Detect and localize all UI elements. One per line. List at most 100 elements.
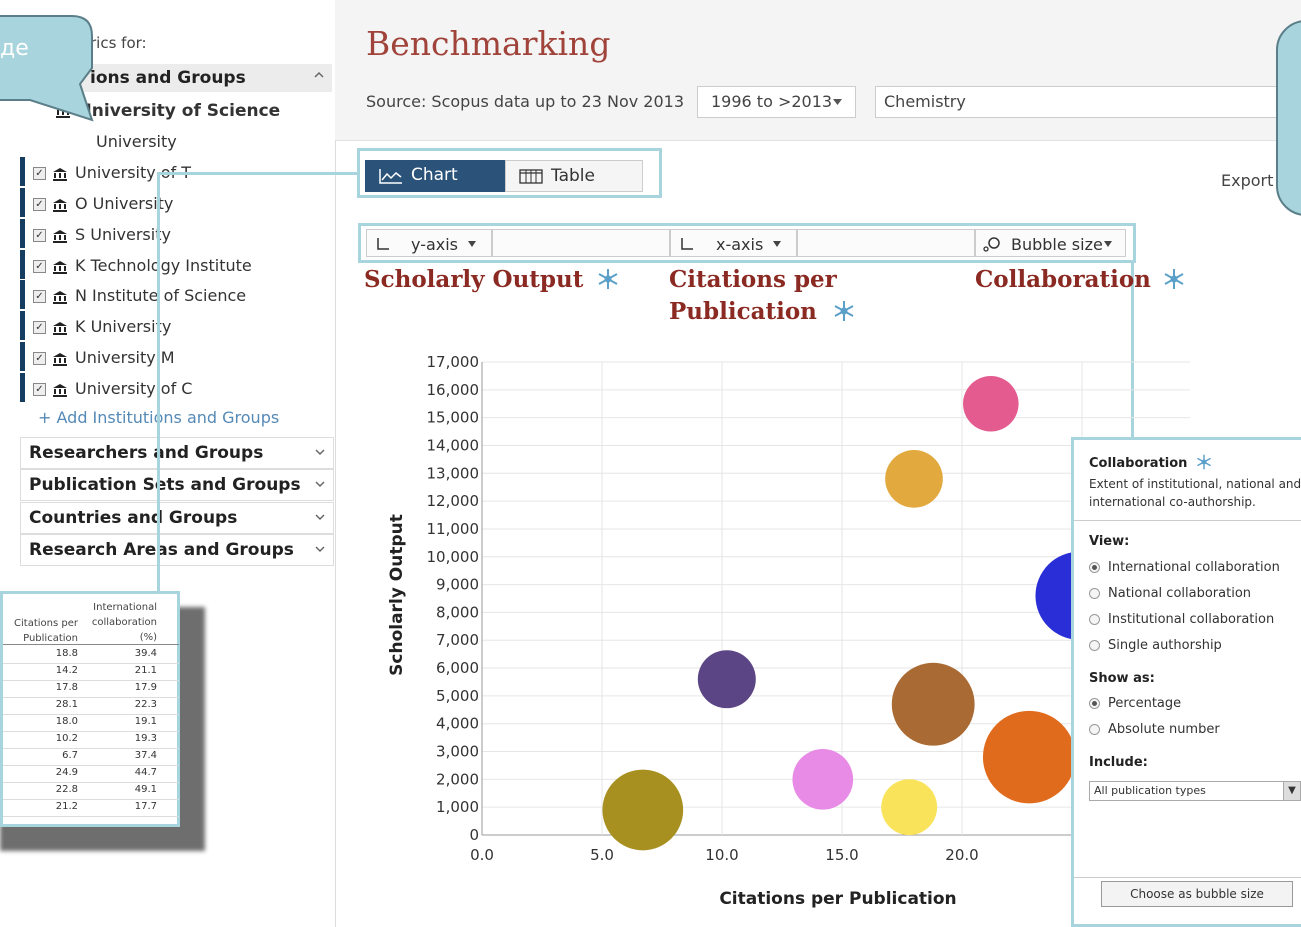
tab-table[interactable]: Table (505, 160, 643, 192)
category-item[interactable]: Research Areas and Groups (20, 534, 334, 566)
include-select[interactable]: All publication types ▼ (1089, 781, 1301, 801)
cell-citations: 17.8 (55, 682, 78, 693)
cell-collaboration: 22.3 (134, 699, 157, 710)
checkbox[interactable]: ✓ (33, 260, 46, 273)
view-option[interactable]: Single authorship (1089, 638, 1222, 653)
category-label: Publication Sets and Groups (29, 475, 301, 495)
institution-item[interactable]: ✓ O University (33, 194, 173, 222)
cell-citations: 14.2 (55, 665, 78, 676)
checkbox[interactable]: ✓ (33, 167, 46, 180)
radio-icon (1089, 640, 1100, 651)
institution-item[interactable]: ✓ K Technology Institute (33, 256, 252, 284)
institution-name: University (96, 132, 177, 151)
institution-icon (53, 260, 67, 274)
category-item[interactable]: Researchers and Groups (20, 437, 334, 469)
institution-name: N Institute of Science (75, 286, 247, 305)
y-axis-select[interactable]: y-axis (366, 229, 492, 257)
category-item[interactable]: Countries and Groups (20, 502, 334, 534)
show-as-option[interactable]: Percentage (1089, 696, 1181, 711)
category-item[interactable]: Publication Sets and Groups (20, 469, 334, 501)
cell-collaboration: 49.1 (134, 784, 157, 795)
y-metric-title: Scholarly Output (364, 264, 619, 296)
checkbox[interactable]: ✓ (33, 383, 46, 396)
choose-bubble-size-button[interactable]: Choose as bubble size (1101, 881, 1293, 907)
snowflake-settings-icon[interactable] (597, 268, 619, 290)
checkbox[interactable]: ✓ (33, 229, 46, 242)
bubble[interactable] (885, 450, 943, 508)
bubble[interactable] (602, 769, 684, 851)
category-label: Research Areas and Groups (29, 540, 294, 560)
cell-collaboration: 17.9 (134, 682, 157, 693)
checkbox[interactable]: ✓ (33, 198, 46, 211)
callout-text: де (0, 36, 29, 61)
institution-item[interactable]: ✓ N Institute of Science (33, 286, 246, 314)
year-range-select[interactable]: 1996 to >2013 (697, 86, 856, 118)
y-metric-label: Scholarly Output (364, 266, 584, 293)
popup-title: Collaboration (1089, 456, 1188, 471)
x-tick-label: 20.0 (945, 846, 978, 864)
tab-chart[interactable]: Chart (365, 160, 505, 192)
snowflake-settings-icon[interactable] (833, 300, 855, 322)
view-option[interactable]: International collaboration (1089, 560, 1280, 575)
col-header-collaboration: International collaboration (%) (83, 600, 157, 645)
selected-indicator (20, 342, 25, 371)
cell-citations: 28.1 (55, 699, 78, 710)
category-label: Researchers and Groups (29, 443, 264, 463)
institution-icon (53, 383, 67, 397)
view-option[interactable]: Institutional collaboration (1089, 612, 1274, 627)
chevron-down-icon (315, 449, 325, 456)
x-axis-title: Citations per Publication (719, 889, 956, 909)
checkbox[interactable]: ✓ (33, 290, 46, 303)
overlay-table: Citations per Publication International … (0, 591, 180, 827)
checkbox[interactable]: ✓ (33, 321, 46, 334)
institution-name: University of C (75, 379, 193, 398)
caret-down-icon (773, 241, 781, 247)
export-link[interactable]: Export (1221, 171, 1273, 190)
checkbox[interactable]: ✓ (33, 352, 46, 365)
x-axis-select[interactable]: x-axis (670, 229, 797, 257)
institution-icon (53, 167, 67, 181)
show-as-option[interactable]: Absolute number (1089, 722, 1220, 737)
cell-citations: 6.7 (62, 750, 78, 761)
y-tick-label: 2,000 (436, 770, 479, 788)
subject-field[interactable]: Chemistry (875, 86, 1301, 118)
col-header-line: International (93, 602, 157, 613)
institution-item[interactable]: ✓ S University (33, 225, 171, 253)
collaboration-popup: Collaboration Extent of institutional, n… (1071, 437, 1301, 927)
y-tick-label: 12,000 (427, 492, 480, 510)
col-header-line: collaboration (91, 617, 157, 628)
option-label: Single authorship (1108, 638, 1222, 653)
bubble[interactable] (891, 662, 975, 746)
snowflake-settings-icon[interactable] (1163, 268, 1185, 290)
institution-item[interactable]: ✓ University of T (33, 163, 191, 191)
y-tick-label: 8,000 (436, 603, 479, 621)
institution-item[interactable]: ✓ University M (33, 348, 175, 376)
bubble[interactable] (982, 710, 1076, 804)
bubble[interactable] (881, 779, 938, 836)
y-tick-label: 3,000 (436, 743, 479, 761)
bubble-size-select[interactable]: Bubble size (975, 229, 1126, 257)
view-option[interactable]: National collaboration (1089, 586, 1251, 601)
y-tick-label: 5,000 (436, 687, 479, 705)
y-tick-label: 1,000 (436, 798, 479, 816)
option-label: Percentage (1108, 696, 1182, 711)
institution-item[interactable]: University (96, 132, 177, 160)
x-axis-extent (797, 229, 975, 257)
source-text: Source: Scopus data up to 23 Nov 2013 (366, 92, 685, 111)
cell-collaboration: 17.7 (134, 801, 157, 812)
chevron-down-icon (315, 514, 325, 521)
cell-citations: 18.8 (55, 648, 78, 659)
table-row: 10.2 19.3 (3, 731, 179, 749)
institution-icon (53, 321, 67, 335)
institution-icon (53, 229, 67, 243)
institution-item[interactable]: ✓ K University (33, 317, 171, 345)
bubble[interactable] (963, 375, 1019, 432)
bubble[interactable] (792, 749, 854, 810)
institution-item[interactable]: ✓ University of C (33, 379, 192, 407)
institution-name: University of Science (78, 101, 281, 121)
bubble[interactable] (697, 650, 756, 709)
axis-icon (681, 238, 693, 250)
institution-icon (53, 352, 67, 366)
connector-line (157, 172, 360, 175)
dropdown-arrow-icon: ▼ (1283, 782, 1300, 800)
